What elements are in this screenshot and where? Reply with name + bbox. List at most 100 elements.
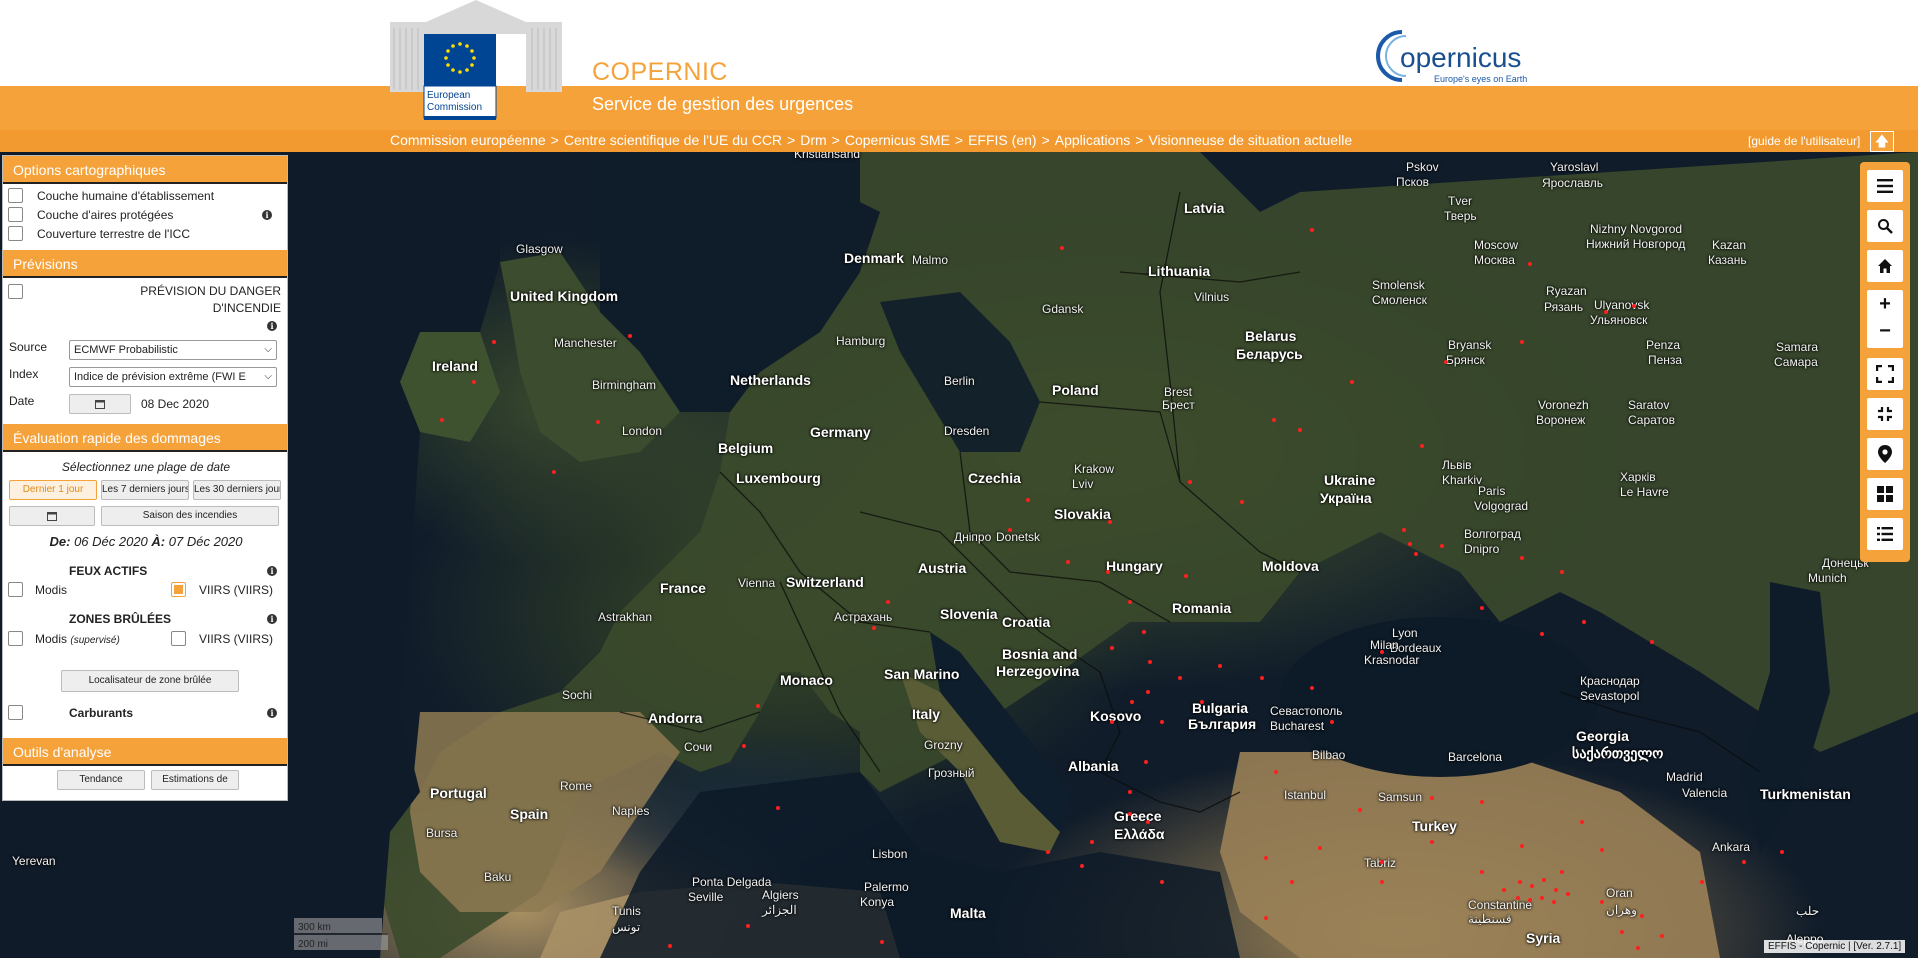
breadcrumb-item[interactable]: EFFIS (en) [968, 132, 1036, 148]
active-fire-marker[interactable] [1090, 840, 1094, 844]
active-fire-marker[interactable] [1516, 896, 1520, 900]
active-fire-marker[interactable] [1566, 892, 1570, 896]
active-fire-marker[interactable] [1144, 760, 1148, 764]
active-fire-marker[interactable] [1430, 840, 1434, 844]
active-fire-marker[interactable] [1580, 820, 1584, 824]
active-fire-marker[interactable] [1008, 528, 1012, 532]
active-fire-marker[interactable] [1380, 880, 1384, 884]
active-fire-marker[interactable] [1200, 700, 1204, 704]
fuels-info-icon[interactable]: i [267, 708, 277, 718]
estimates-button[interactable]: Estimations de [151, 770, 239, 790]
active-fire-marker[interactable] [1108, 520, 1112, 524]
active-fire-marker[interactable] [1310, 686, 1314, 690]
active-fire-marker[interactable] [1518, 880, 1522, 884]
active-fire-marker[interactable] [1640, 914, 1644, 918]
active-fire-marker[interactable] [1274, 770, 1278, 774]
active-fire-marker[interactable] [552, 470, 556, 474]
active-fire-marker[interactable] [1528, 898, 1532, 902]
active-fire-marker[interactable] [1560, 870, 1564, 874]
source-select[interactable]: ECMWF Probabilistic ⌵ [69, 340, 277, 360]
menu-button[interactable] [1867, 170, 1903, 202]
damage-assessment-header[interactable]: Évaluation rapide des dommages [3, 424, 287, 452]
fullscreen-button[interactable] [1867, 358, 1903, 390]
active-fire-marker[interactable] [492, 340, 496, 344]
active-fire-marker[interactable] [1142, 630, 1146, 634]
active-fire-marker[interactable] [1160, 720, 1164, 724]
active-fire-marker[interactable] [1128, 600, 1132, 604]
active-fire-marker[interactable] [1540, 632, 1544, 636]
active-fire-marker[interactable] [1502, 888, 1506, 892]
active-fire-marker[interactable] [1560, 570, 1564, 574]
active-fire-marker[interactable] [886, 600, 890, 604]
active-fire-marker[interactable] [1264, 916, 1268, 920]
active-fire-marker[interactable] [1330, 720, 1334, 724]
active-fire-marker[interactable] [1026, 498, 1030, 502]
active-fire-marker[interactable] [1130, 700, 1134, 704]
burnt-areas-info-icon[interactable]: i [267, 614, 277, 624]
layers-button[interactable] [1867, 478, 1903, 510]
breadcrumb-item[interactable]: Drm [800, 132, 826, 148]
active-fire-marker[interactable] [1554, 888, 1558, 892]
european-commission-logo[interactable]: European Commission [390, 0, 562, 120]
active-fire-marker[interactable] [1480, 870, 1484, 874]
active-fire-marker[interactable] [1520, 340, 1524, 344]
active-fire-marker[interactable] [756, 704, 760, 708]
burnt-areas-viirs-checkbox[interactable] [171, 631, 186, 646]
active-fire-marker[interactable] [1440, 544, 1444, 548]
active-fire-marker[interactable] [1408, 542, 1412, 546]
active-fire-marker[interactable] [1318, 846, 1322, 850]
scroll-top-button[interactable]: 🡅 [1870, 131, 1894, 152]
active-fire-marker[interactable] [1128, 812, 1132, 816]
active-fire-marker[interactable] [1582, 620, 1586, 624]
burnt-area-locator-button[interactable]: Localisateur de zone brûlée [61, 670, 239, 692]
active-fire-marker[interactable] [1600, 848, 1604, 852]
active-fire-marker[interactable] [1414, 552, 1418, 556]
active-fire-marker[interactable] [1430, 796, 1434, 800]
active-fire-marker[interactable] [776, 806, 780, 810]
fuels-checkbox[interactable] [8, 705, 23, 720]
active-fire-marker[interactable] [742, 744, 746, 748]
active-fire-marker[interactable] [1146, 820, 1150, 824]
active-fire-marker[interactable] [1106, 570, 1110, 574]
active-fire-marker[interactable] [1298, 428, 1302, 432]
date-picker-button[interactable] [69, 394, 131, 414]
active-fire-marker[interactable] [1290, 880, 1294, 884]
active-fire-marker[interactable] [1620, 930, 1624, 934]
active-fire-marker[interactable] [1780, 850, 1784, 854]
active-fire-marker[interactable] [1350, 380, 1354, 384]
active-fire-marker[interactable] [1380, 860, 1384, 864]
active-fire-marker[interactable] [1480, 800, 1484, 804]
last-7-days-button[interactable]: Les 7 derniers jours [101, 480, 189, 500]
active-fire-marker[interactable] [1240, 500, 1244, 504]
protected-areas-info-icon[interactable]: i [262, 210, 272, 220]
active-fire-marker[interactable] [880, 940, 884, 944]
legend-button[interactable] [1867, 518, 1903, 550]
active-fire-marker[interactable] [1700, 880, 1704, 884]
active-fire-marker[interactable] [1742, 860, 1746, 864]
active-fire-marker[interactable] [1632, 304, 1636, 308]
active-fire-marker[interactable] [1552, 900, 1556, 904]
active-fire-marker[interactable] [440, 418, 444, 422]
search-button[interactable] [1867, 210, 1903, 242]
active-fire-marker[interactable] [1066, 560, 1070, 564]
active-fire-marker[interactable] [1636, 946, 1640, 950]
active-fire-marker[interactable] [1272, 418, 1276, 422]
trend-button[interactable]: Tendance [57, 770, 145, 790]
active-fire-marker[interactable] [1520, 556, 1524, 560]
active-fire-marker[interactable] [1110, 720, 1114, 724]
active-fire-marker[interactable] [1080, 864, 1084, 868]
protected-areas-checkbox[interactable] [8, 207, 23, 222]
breadcrumb-item[interactable]: Commission européenne [390, 132, 546, 148]
last-30-days-button[interactable]: Les 30 derniers jours [193, 480, 281, 500]
active-fire-marker[interactable] [668, 944, 672, 948]
active-fire-marker[interactable] [1530, 884, 1534, 888]
active-fire-marker[interactable] [1310, 228, 1314, 232]
active-fire-marker[interactable] [1264, 856, 1268, 860]
active-fire-marker[interactable] [1260, 676, 1264, 680]
active-fire-marker[interactable] [628, 334, 632, 338]
active-fire-marker[interactable] [1358, 808, 1362, 812]
zoom-in-button[interactable]: + [1867, 290, 1903, 319]
fire-season-button[interactable]: Saison des incendies [101, 506, 279, 526]
active-fire-marker[interactable] [1160, 880, 1164, 884]
user-guide-link[interactable]: [guide de l'utilisateur] [1748, 134, 1860, 148]
